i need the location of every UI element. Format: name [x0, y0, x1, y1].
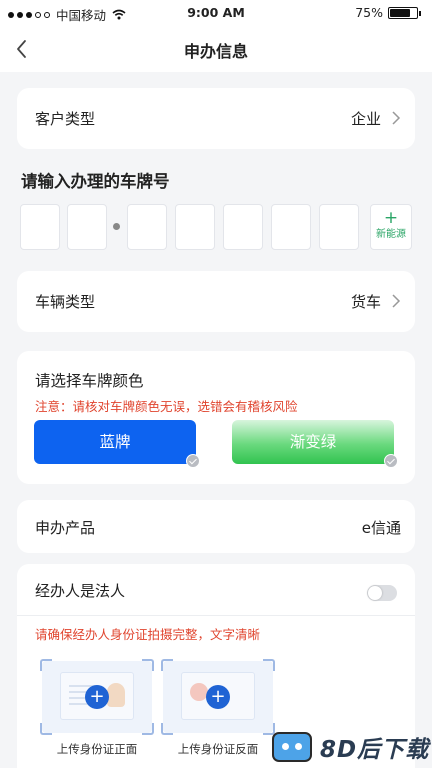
- plus-icon: +: [383, 208, 399, 228]
- agent-is-legal-toggle[interactable]: [367, 585, 397, 601]
- frame-corner: [142, 723, 154, 735]
- toggle-knob: [368, 586, 382, 600]
- plate-separator-dot: [113, 223, 120, 230]
- plate-color-blue-button[interactable]: 蓝牌: [34, 420, 200, 468]
- customer-type-row[interactable]: 客户类型 企业: [17, 88, 415, 149]
- upload-id-back-button[interactable]: +: [161, 659, 275, 735]
- customer-type-value: 企业: [350, 110, 381, 128]
- robot-logo-icon: [272, 732, 312, 762]
- plate-char-input[interactable]: [175, 204, 215, 250]
- status-bar: 中国移动 9:00 AM 75%: [0, 0, 432, 26]
- plate-char-input[interactable]: [271, 204, 311, 250]
- plate-color-blue-label: 蓝牌: [99, 433, 131, 451]
- check-icon: [186, 454, 200, 468]
- plate-color-card: 请选择车牌颜色 注意：请核对车牌颜色无误，选错会有稽核风险 蓝牌 渐变绿: [17, 351, 415, 484]
- plus-icon: +: [206, 685, 230, 709]
- plate-color-title: 请选择车牌颜色: [35, 372, 144, 390]
- watermark: 8D后下载: [272, 730, 429, 764]
- battery-status: 75%: [355, 5, 421, 20]
- plate-char-input[interactable]: [223, 204, 263, 250]
- battery-level: [390, 8, 410, 17]
- plate-input-title: 请输入办理的车牌号: [21, 172, 170, 191]
- upload-id-front-label: 上传身份证正面: [56, 742, 138, 756]
- frame-corner: [263, 659, 275, 671]
- battery-percent: 75%: [355, 5, 383, 20]
- agent-is-legal-label: 经办人是法人: [35, 582, 126, 600]
- page-title: 申办信息: [183, 42, 248, 61]
- frame-corner: [142, 659, 154, 671]
- frame-corner: [40, 723, 52, 735]
- frame-corner: [161, 723, 173, 735]
- plate-char-input[interactable]: [319, 204, 359, 250]
- product-label: 申办产品: [35, 519, 96, 537]
- nav-bar: 申办信息: [0, 26, 432, 72]
- plate-color-warning: 注意：请核对车牌颜色无误，选错会有稽核风险: [35, 399, 298, 414]
- plate-char-input[interactable]: [67, 204, 107, 250]
- divider: [17, 615, 415, 616]
- check-icon: [384, 454, 398, 468]
- plate-char-input[interactable]: [127, 204, 167, 250]
- plate-color-green-label: 渐变绿: [289, 433, 337, 451]
- plus-icon: +: [85, 685, 109, 709]
- battery-icon: [388, 6, 421, 19]
- chevron-right-icon: [392, 294, 401, 308]
- plate-char-input[interactable]: [20, 204, 60, 250]
- new-energy-label: 新能源: [376, 229, 406, 240]
- product-value: e信通: [361, 519, 401, 537]
- frame-corner: [40, 659, 52, 671]
- product-row: 申办产品 e信通: [17, 500, 415, 553]
- vehicle-type-row[interactable]: 车辆类型 货车: [17, 271, 415, 332]
- chevron-right-icon: [392, 111, 401, 125]
- customer-type-label: 客户类型: [35, 110, 96, 128]
- vehicle-type-value: 货车: [350, 293, 381, 311]
- frame-corner: [161, 659, 173, 671]
- upload-id-back-label: 上传身份证反面: [177, 742, 259, 756]
- upload-id-front-button[interactable]: +: [40, 659, 154, 735]
- plate-color-green-button[interactable]: 渐变绿: [232, 420, 398, 468]
- watermark-text: 8D后下载: [320, 737, 430, 763]
- new-energy-button[interactable]: + 新能源: [370, 204, 412, 250]
- vehicle-type-label: 车辆类型: [35, 293, 96, 311]
- id-portrait: [107, 683, 125, 707]
- id-upload-warning: 请确保经办人身份证拍摄完整，文字清晰: [35, 627, 261, 642]
